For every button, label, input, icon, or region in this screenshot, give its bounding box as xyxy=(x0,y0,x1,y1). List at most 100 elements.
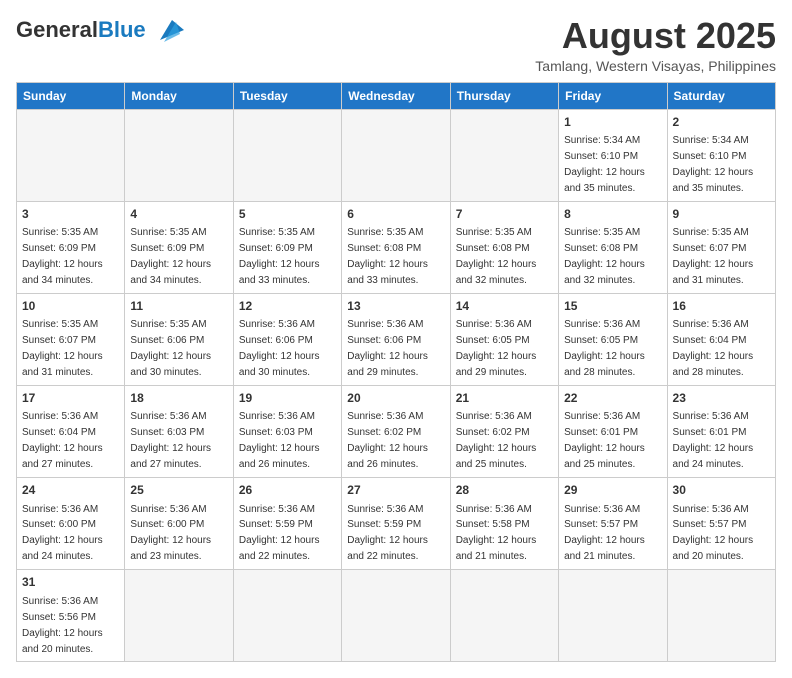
calendar-cell: 17Sunrise: 5:36 AM Sunset: 6:04 PM Dayli… xyxy=(17,386,125,478)
day-number: 17 xyxy=(22,390,119,407)
week-row-6: 31Sunrise: 5:36 AM Sunset: 5:56 PM Dayli… xyxy=(17,570,776,662)
day-number: 15 xyxy=(564,298,661,315)
day-info: Sunrise: 5:36 AM Sunset: 6:00 PM Dayligh… xyxy=(130,504,211,563)
calendar-cell: 24 Sunrise: 5:36 AM Sunset: 6:00 PM Dayli… xyxy=(17,478,125,570)
page-header: GeneralBlue August 2025 Tamlang, Western… xyxy=(16,16,776,74)
calendar-cell: 8 Sunrise: 5:35 AM Sunset: 6:08 PM Daylig… xyxy=(559,201,667,293)
title-area: August 2025 Tamlang, Western Visayas, Ph… xyxy=(535,16,776,74)
calendar-cell: 21 Sunrise: 5:36 AM Sunset: 6:02 PM Dayli… xyxy=(450,386,558,478)
calendar-cell xyxy=(233,109,341,201)
day-number: 13 xyxy=(347,298,444,315)
calendar-cell: 5 Sunrise: 5:35 AM Sunset: 6:09 PM Daylig… xyxy=(233,201,341,293)
day-number: 23 xyxy=(673,390,770,407)
week-row-3: 10 Sunrise: 5:35 AM Sunset: 6:07 PM Dayli… xyxy=(17,293,776,385)
day-info: Sunrise: 5:36 AM Sunset: 6:01 PM Dayligh… xyxy=(673,411,754,470)
calendar-cell xyxy=(450,570,558,662)
calendar-cell: 13Sunrise: 5:36 AM Sunset: 6:06 PM Dayli… xyxy=(342,293,450,385)
day-number: 25 xyxy=(130,482,227,499)
day-info: Sunrise: 5:36 AM Sunset: 5:59 PM Dayligh… xyxy=(347,504,428,563)
calendar-cell: 9Sunrise: 5:35 AM Sunset: 6:07 PM Daylig… xyxy=(667,201,775,293)
day-number: 24 xyxy=(22,482,119,499)
calendar-cell xyxy=(125,570,233,662)
calendar-cell: 30 Sunrise: 5:36 AM Sunset: 5:57 PM Dayli… xyxy=(667,478,775,570)
calendar-title: August 2025 xyxy=(535,16,776,56)
calendar-cell: 16Sunrise: 5:36 AM Sunset: 6:04 PM Dayli… xyxy=(667,293,775,385)
day-header-friday: Friday xyxy=(559,82,667,109)
day-info: Sunrise: 5:36 AM Sunset: 6:04 PM Dayligh… xyxy=(673,319,754,378)
day-number: 29 xyxy=(564,482,661,499)
day-info: Sunrise: 5:35 AM Sunset: 6:09 PM Dayligh… xyxy=(130,227,211,286)
days-header-row: SundayMondayTuesdayWednesdayThursdayFrid… xyxy=(17,82,776,109)
calendar-cell: 27 Sunrise: 5:36 AM Sunset: 5:59 PM Dayli… xyxy=(342,478,450,570)
day-number: 14 xyxy=(456,298,553,315)
day-number: 20 xyxy=(347,390,444,407)
calendar-cell: 19 Sunrise: 5:36 AM Sunset: 6:03 PM Dayli… xyxy=(233,386,341,478)
calendar-cell: 15 Sunrise: 5:36 AM Sunset: 6:05 PM Dayli… xyxy=(559,293,667,385)
week-row-2: 3 Sunrise: 5:35 AM Sunset: 6:09 PM Daylig… xyxy=(17,201,776,293)
day-header-saturday: Saturday xyxy=(667,82,775,109)
day-info: Sunrise: 5:35 AM Sunset: 6:08 PM Dayligh… xyxy=(456,227,537,286)
calendar-cell xyxy=(17,109,125,201)
calendar-body: 1Sunrise: 5:34 AM Sunset: 6:10 PM Daylig… xyxy=(17,109,776,662)
week-row-5: 24 Sunrise: 5:36 AM Sunset: 6:00 PM Dayli… xyxy=(17,478,776,570)
calendar-cell xyxy=(667,570,775,662)
logo-icon xyxy=(150,16,188,44)
day-info: Sunrise: 5:36 AM Sunset: 5:59 PM Dayligh… xyxy=(239,504,320,563)
day-number: 8 xyxy=(564,206,661,223)
day-number: 12 xyxy=(239,298,336,315)
day-info: Sunrise: 5:36 AM Sunset: 6:02 PM Dayligh… xyxy=(347,411,428,470)
day-info: Sunrise: 5:36 AM Sunset: 6:06 PM Dayligh… xyxy=(239,319,320,378)
day-info: Sunrise: 5:36 AM Sunset: 6:02 PM Dayligh… xyxy=(456,411,537,470)
calendar-table: SundayMondayTuesdayWednesdayThursdayFrid… xyxy=(16,82,776,663)
calendar-cell: 14 Sunrise: 5:36 AM Sunset: 6:05 PM Dayli… xyxy=(450,293,558,385)
calendar-cell: 31Sunrise: 5:36 AM Sunset: 5:56 PM Dayli… xyxy=(17,570,125,662)
day-number: 18 xyxy=(130,390,227,407)
day-header-monday: Monday xyxy=(125,82,233,109)
day-info: Sunrise: 5:35 AM Sunset: 6:09 PM Dayligh… xyxy=(22,227,103,286)
day-header-tuesday: Tuesday xyxy=(233,82,341,109)
calendar-cell xyxy=(342,570,450,662)
day-number: 6 xyxy=(347,206,444,223)
day-info: Sunrise: 5:36 AM Sunset: 6:05 PM Dayligh… xyxy=(564,319,645,378)
calendar-cell: 20 Sunrise: 5:36 AM Sunset: 6:02 PM Dayli… xyxy=(342,386,450,478)
logo-text: GeneralBlue xyxy=(16,19,146,41)
day-info: Sunrise: 5:36 AM Sunset: 5:58 PM Dayligh… xyxy=(456,504,537,563)
day-info: Sunrise: 5:35 AM Sunset: 6:08 PM Dayligh… xyxy=(564,227,645,286)
calendar-cell: 6Sunrise: 5:35 AM Sunset: 6:08 PM Daylig… xyxy=(342,201,450,293)
calendar-cell: 12 Sunrise: 5:36 AM Sunset: 6:06 PM Dayli… xyxy=(233,293,341,385)
day-info: Sunrise: 5:36 AM Sunset: 6:03 PM Dayligh… xyxy=(239,411,320,470)
day-number: 11 xyxy=(130,298,227,315)
day-number: 22 xyxy=(564,390,661,407)
calendar-cell: 7 Sunrise: 5:35 AM Sunset: 6:08 PM Daylig… xyxy=(450,201,558,293)
day-number: 21 xyxy=(456,390,553,407)
day-header-wednesday: Wednesday xyxy=(342,82,450,109)
day-number: 27 xyxy=(347,482,444,499)
day-number: 19 xyxy=(239,390,336,407)
day-info: Sunrise: 5:35 AM Sunset: 6:09 PM Dayligh… xyxy=(239,227,320,286)
day-number: 3 xyxy=(22,206,119,223)
week-row-1: 1Sunrise: 5:34 AM Sunset: 6:10 PM Daylig… xyxy=(17,109,776,201)
day-number: 5 xyxy=(239,206,336,223)
day-info: Sunrise: 5:36 AM Sunset: 6:05 PM Dayligh… xyxy=(456,319,537,378)
day-header-sunday: Sunday xyxy=(17,82,125,109)
calendar-cell: 18 Sunrise: 5:36 AM Sunset: 6:03 PM Dayli… xyxy=(125,386,233,478)
day-header-thursday: Thursday xyxy=(450,82,558,109)
calendar-cell: 25 Sunrise: 5:36 AM Sunset: 6:00 PM Dayli… xyxy=(125,478,233,570)
calendar-cell: 29 Sunrise: 5:36 AM Sunset: 5:57 PM Dayli… xyxy=(559,478,667,570)
day-info: Sunrise: 5:36 AM Sunset: 6:01 PM Dayligh… xyxy=(564,411,645,470)
day-info: Sunrise: 5:36 AM Sunset: 6:00 PM Dayligh… xyxy=(22,504,103,563)
calendar-cell: 22 Sunrise: 5:36 AM Sunset: 6:01 PM Dayli… xyxy=(559,386,667,478)
calendar-cell xyxy=(559,570,667,662)
day-info: Sunrise: 5:35 AM Sunset: 6:07 PM Dayligh… xyxy=(22,319,103,378)
calendar-subtitle: Tamlang, Western Visayas, Philippines xyxy=(535,58,776,74)
day-info: Sunrise: 5:36 AM Sunset: 5:57 PM Dayligh… xyxy=(673,504,754,563)
day-info: Sunrise: 5:36 AM Sunset: 6:03 PM Dayligh… xyxy=(130,411,211,470)
day-number: 7 xyxy=(456,206,553,223)
day-number: 30 xyxy=(673,482,770,499)
day-number: 10 xyxy=(22,298,119,315)
day-info: Sunrise: 5:36 AM Sunset: 5:57 PM Dayligh… xyxy=(564,504,645,563)
day-number: 9 xyxy=(673,206,770,223)
calendar-cell: 3 Sunrise: 5:35 AM Sunset: 6:09 PM Daylig… xyxy=(17,201,125,293)
day-number: 1 xyxy=(564,114,661,131)
calendar-cell: 2Sunrise: 5:34 AM Sunset: 6:10 PM Daylig… xyxy=(667,109,775,201)
